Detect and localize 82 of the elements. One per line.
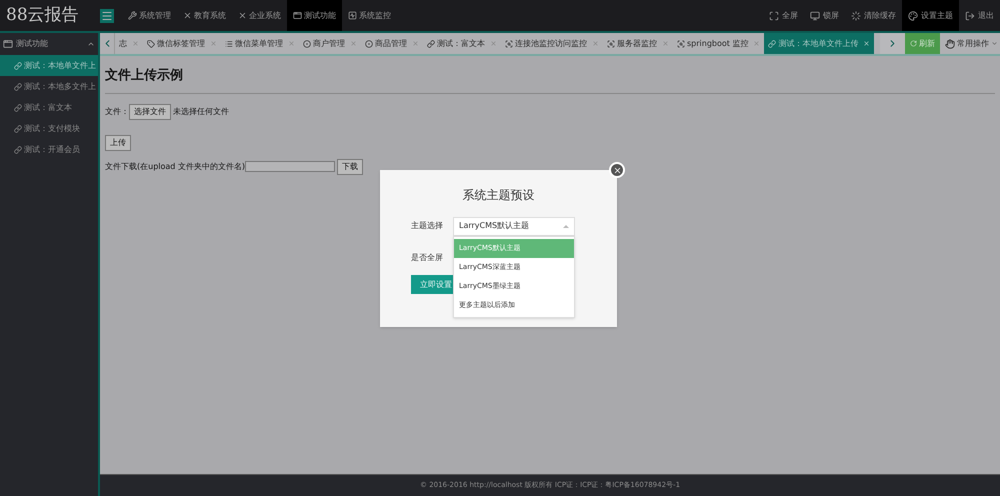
close-icon[interactable]: [288, 40, 295, 47]
menu-tab[interactable]: 测试功能: [287, 0, 342, 31]
close-icon[interactable]: [350, 40, 357, 47]
link-icon: [14, 62, 22, 70]
palette-icon: [908, 10, 918, 20]
page-title: 文件上传示例: [105, 66, 995, 94]
link-icon: [14, 82, 22, 90]
close-icon[interactable]: [490, 40, 497, 47]
close-icon[interactable]: [210, 40, 217, 47]
link-icon: [768, 40, 776, 48]
download-button[interactable]: 下载: [337, 158, 364, 174]
sidebar-item[interactable]: 测试：开通会员: [0, 139, 98, 160]
circle-icon: [365, 40, 373, 48]
refresh-icon: [910, 40, 917, 47]
wrench-icon: [128, 11, 137, 20]
scan-icon: [505, 40, 513, 48]
hand-icon: [945, 38, 955, 48]
close-icon[interactable]: [592, 40, 599, 47]
operations-dropdown[interactable]: 常用操作: [940, 33, 1000, 54]
monitor-chart-icon: [348, 11, 357, 20]
x-icon: [183, 11, 192, 20]
menu-tab[interactable]: 企业系统: [232, 0, 287, 31]
toolbar-button[interactable]: 锁屏: [804, 0, 845, 31]
spinner-icon: [851, 10, 861, 20]
toolbar-button[interactable]: 设置主题: [902, 0, 959, 31]
page-tab[interactable]: springboot 监控: [673, 33, 764, 54]
field-label: 文件：: [105, 106, 129, 118]
sidebar-group[interactable]: 测试功能: [0, 33, 98, 55]
page-tab[interactable]: 测试：富文本: [423, 33, 501, 54]
link-icon: [14, 104, 22, 112]
dialog-title: 系统主题预设: [462, 187, 536, 204]
upload-button[interactable]: 上传: [105, 134, 131, 150]
menu-tab[interactable]: 教育系统: [177, 0, 232, 31]
page-tab[interactable]: 微信标签管理: [143, 33, 221, 54]
circle-icon: [303, 40, 311, 48]
list-icon: [225, 40, 233, 48]
menu-icon[interactable]: [100, 8, 114, 22]
link-icon: [14, 124, 22, 132]
field-label: 是否全屏: [411, 252, 443, 264]
page-tab[interactable]: 商品管理: [361, 33, 423, 54]
page-tab[interactable]: 测试：本地单文件上传: [764, 33, 874, 54]
toolbar-button[interactable]: 全屏: [763, 0, 804, 31]
scan-icon: [607, 40, 615, 48]
caret-icon: [991, 40, 998, 47]
menu-tab[interactable]: 系统监控: [342, 0, 397, 31]
field-label: 主题选择: [411, 220, 444, 232]
scan-icon: [677, 40, 685, 48]
tag-icon: [147, 40, 155, 48]
page-tab[interactable]: 连接池监控访问监控: [501, 33, 603, 54]
close-icon[interactable]: [863, 40, 870, 47]
window-icon: [3, 39, 13, 49]
toolbar-button[interactable]: 清除缓存: [845, 0, 902, 31]
page-tab[interactable]: 志: [115, 33, 143, 54]
toolbar-button[interactable]: 退出: [959, 0, 1000, 31]
link-icon: [427, 40, 435, 48]
fullscreen-icon: [769, 10, 779, 20]
close-button[interactable]: [609, 162, 625, 178]
file-status: 未选择任何文件: [173, 106, 229, 118]
link-icon: [14, 146, 22, 154]
window-icon: [293, 11, 302, 20]
page-tab[interactable]: 商户管理: [299, 33, 361, 54]
filename-input[interactable]: [245, 161, 336, 172]
x-icon: [238, 11, 247, 20]
close-icon: [612, 166, 622, 174]
close-icon[interactable]: [132, 40, 139, 47]
sidebar-item[interactable]: 测试：本地多文件上: [0, 76, 98, 97]
close-icon[interactable]: [662, 40, 669, 47]
page-tab[interactable]: 服务器监控: [603, 33, 673, 54]
theme-select[interactable]: LarryCMS默认主题: [453, 216, 575, 236]
close-icon[interactable]: [753, 40, 760, 47]
sidebar-item[interactable]: 测试：富文本: [0, 97, 98, 118]
sidebar-item[interactable]: 测试：本地单文件上: [0, 55, 98, 76]
page-tab[interactable]: 微信菜单管理: [221, 33, 299, 54]
logo: 88云报告: [5, 4, 80, 27]
field-label: 文件下载(在upload 文件夹中的文件名): [105, 160, 246, 172]
menu-tab[interactable]: 系统管理: [122, 0, 177, 31]
logout-icon: [965, 10, 975, 20]
scroll-right-button[interactable]: [880, 33, 905, 54]
monitor-icon: [810, 10, 820, 20]
sidebar-item[interactable]: 测试：支付模块: [0, 118, 98, 139]
choose-file-button[interactable]: 选择文件: [129, 104, 171, 120]
close-icon[interactable]: [412, 40, 419, 47]
